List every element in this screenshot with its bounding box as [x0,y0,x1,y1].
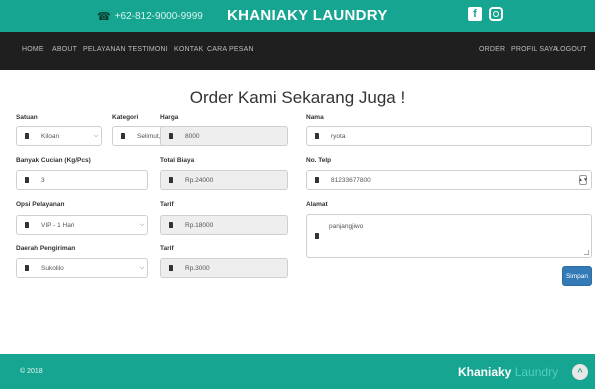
banyak-cucian-field[interactable]: 3 [16,170,148,190]
phone-icon: ☎ [97,11,111,23]
file-icon [17,171,37,189]
alamat-label: Alamat [306,201,328,208]
top-bar: ☎ +62-812-9000-9999 KHANIAKY LAUNDRY f [0,0,595,32]
tarif-layanan-field[interactable]: Rp.18000 [160,215,288,235]
phone-number: +62-812-9000-9999 [114,11,203,22]
nav-pelayanan[interactable]: PELAYANAN [83,46,126,53]
nav-profil-saya[interactable]: PROFIL SAYA [511,46,558,53]
banyak-cucian-label: Banyak Cucian (Kg/Pcs) [16,157,91,164]
main-navbar: HOME ABOUT PELAYANAN TESTIMONI KONTAK CA… [0,32,595,70]
chevron-down-icon: ⌵ [93,132,99,139]
copyright: © 2018 [20,368,43,375]
file-icon [17,127,37,145]
satuan-select[interactable]: Kiloan ⌵ [16,126,102,146]
total-biaya-field[interactable]: Rp.24000 [160,170,288,190]
page-title: Order Kami Sekarang Juga ! [189,88,406,107]
site-brand[interactable]: KHANIAKY LAUNDRY [227,7,388,24]
telp-label: No. Telp [306,157,332,164]
resize-handle[interactable] [584,250,589,255]
nama-label: Nama [306,114,324,121]
nav-order[interactable]: ORDER [479,46,505,53]
nav-kontak[interactable]: KONTAK [174,46,203,53]
nav-logout[interactable]: LOGOUT [556,46,587,53]
file-icon [307,171,327,189]
harga-field[interactable]: 8000 [160,126,288,146]
file-icon [161,171,181,189]
daerah-pengiriman-select[interactable]: Sukolilo ⌵ [16,258,148,278]
total-biaya-label: Total Biaya [160,157,195,164]
file-icon [113,127,133,145]
file-icon [307,127,327,145]
satuan-label: Satuan [16,114,38,121]
contact-phone: ☎ +62-812-9000-9999 [97,10,203,23]
tarif-pengiriman-field[interactable]: Rp.3000 [160,258,288,278]
footer: © 2018 Khaniaky Laundry ^ [0,354,595,389]
nav-home[interactable]: HOME [22,46,44,53]
number-spinner[interactable]: ▲▼ [578,175,588,185]
instagram-icon[interactable] [489,7,503,21]
daerah-pengiriman-label: Daerah Pengiriman [16,245,76,252]
file-icon [307,215,327,257]
facebook-icon[interactable]: f [468,7,482,21]
social-links: f [468,7,503,21]
opsi-pelayanan-select[interactable]: VIP - 1 Hari ⌵ [16,215,148,235]
tarif-label: Tarif [160,201,174,208]
nama-field[interactable]: ryota [306,126,592,146]
chevron-down-icon: ⌵ [139,221,145,228]
file-icon [161,259,181,277]
alamat-textarea[interactable]: panjangjiwo [306,214,592,258]
harga-label: Harga [160,114,179,121]
nav-testimoni[interactable]: TESTIMONI [128,46,168,53]
simpan-button[interactable]: Simpan [562,266,592,286]
file-icon [17,216,37,234]
chevron-up-icon[interactable]: ^ [572,364,588,380]
file-icon [17,259,37,277]
file-icon [161,216,181,234]
nav-cara-pesan[interactable]: CARA PESAN [207,46,254,53]
chevron-down-icon: ⌵ [139,264,145,271]
footer-brand: Khaniaky Laundry [458,365,559,379]
tarif-label: Tarif [160,245,174,252]
kategori-label: Kategori [112,114,139,121]
opsi-pelayanan-label: Opsi Pelayanan [16,201,65,208]
file-icon [161,127,181,145]
nav-about[interactable]: ABOUT [52,46,77,53]
telp-field[interactable]: 81233677800 ▲▼ [306,170,592,190]
